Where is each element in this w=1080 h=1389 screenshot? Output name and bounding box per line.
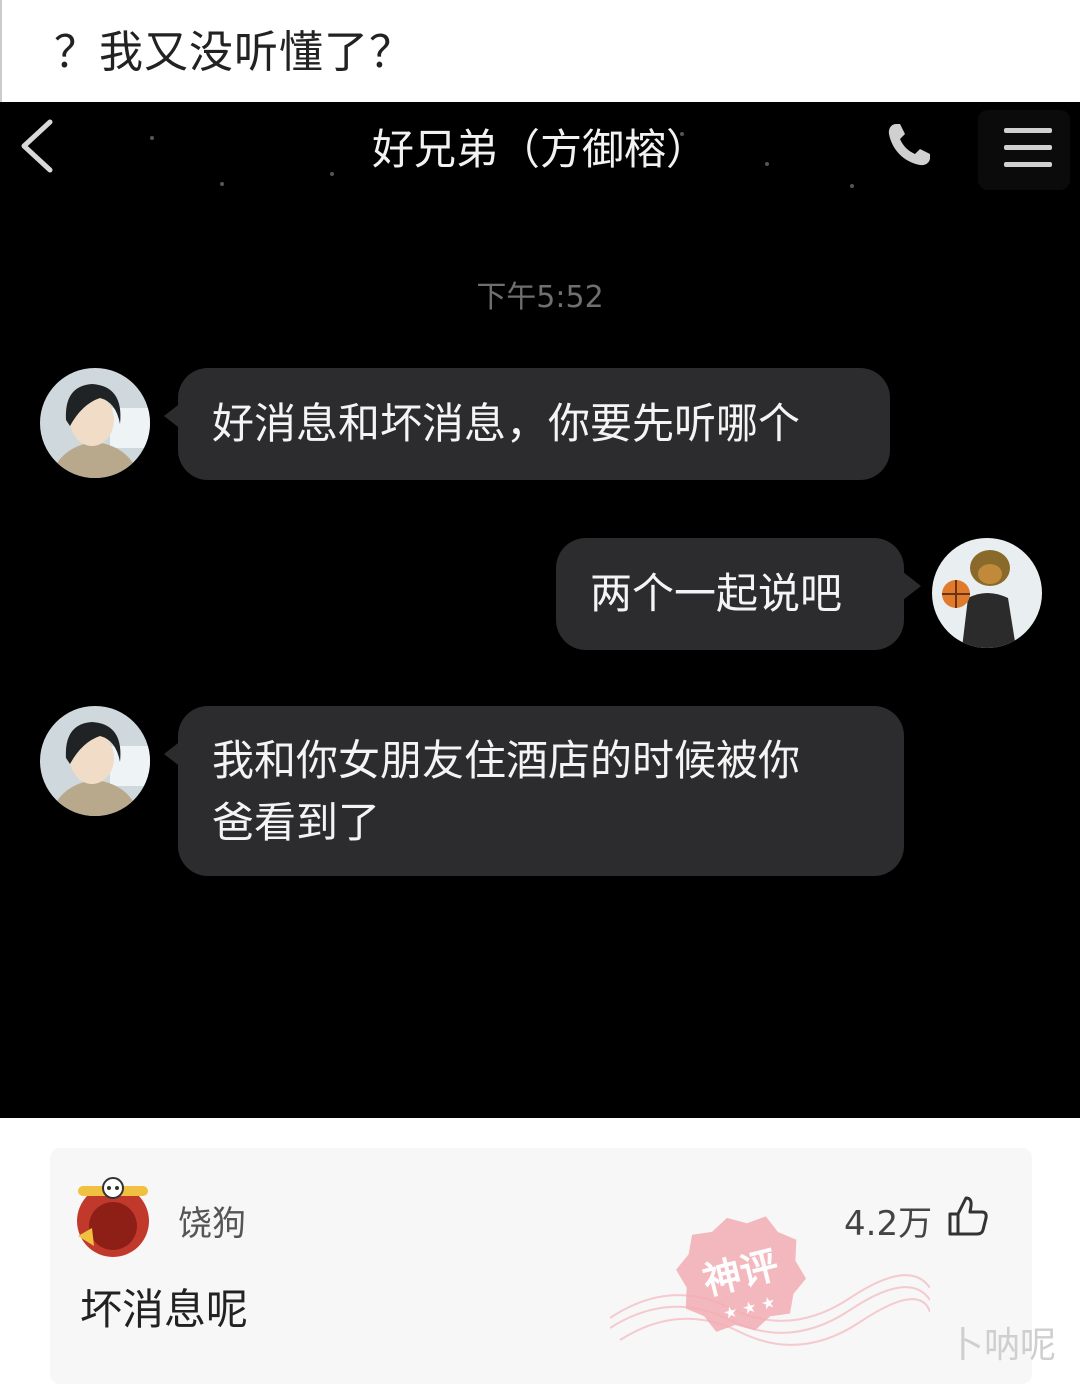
message-text: 两个一起说吧 xyxy=(590,569,843,618)
friend-avatar[interactable] xyxy=(40,706,150,816)
friend-avatar[interactable] xyxy=(40,368,150,478)
message-timestamp: 下午5:52 xyxy=(476,280,604,315)
message-text-line: 我和你女朋友住酒店的时候被你 xyxy=(212,736,801,785)
top-comment-stamp: 神评 ★ ★ ★ xyxy=(610,1216,930,1346)
commenter-avatar[interactable] xyxy=(72,1176,154,1258)
message-bubble[interactable]: 好消息和坏消息，你要先听哪个 xyxy=(178,368,890,480)
commenter-name[interactable]: 饶狗 xyxy=(178,1196,246,1245)
caption-text: ？我又没听懂了？ xyxy=(54,27,414,78)
chat-screen: 好兄弟（方御榕） 下午5:52 好消息和坏消息，你要先听哪个 两个一起说吧 我和… xyxy=(0,102,1080,1118)
thumbs-up-icon[interactable] xyxy=(946,1194,990,1238)
comment-section: 饶狗 4.2万 坏消息呢 神评 ★ ★ ★ xyxy=(0,1118,1080,1389)
watermark: 卜呐呢 xyxy=(948,1325,1057,1366)
phone-icon[interactable] xyxy=(884,120,934,170)
comment-text: 坏消息呢 xyxy=(80,1285,249,1334)
chat-header: 好兄弟（方御榕） xyxy=(0,102,1080,192)
message-bubble[interactable]: 两个一起说吧 xyxy=(556,538,904,650)
message-text-line: 爸看到了 xyxy=(212,798,381,847)
message-text: 好消息和坏消息，你要先听哪个 xyxy=(212,399,801,448)
message-bubble[interactable]: 我和你女朋友住酒店的时候被你 爸看到了 xyxy=(178,706,904,876)
menu-button[interactable] xyxy=(978,110,1070,190)
comment-card: 饶狗 4.2万 坏消息呢 神评 ★ ★ ★ xyxy=(50,1148,1032,1384)
bubble-tail xyxy=(903,572,921,600)
caption-bar: ？我又没听懂了？ xyxy=(0,0,1080,102)
my-avatar[interactable] xyxy=(932,538,1042,648)
menu-icon xyxy=(1004,128,1052,167)
